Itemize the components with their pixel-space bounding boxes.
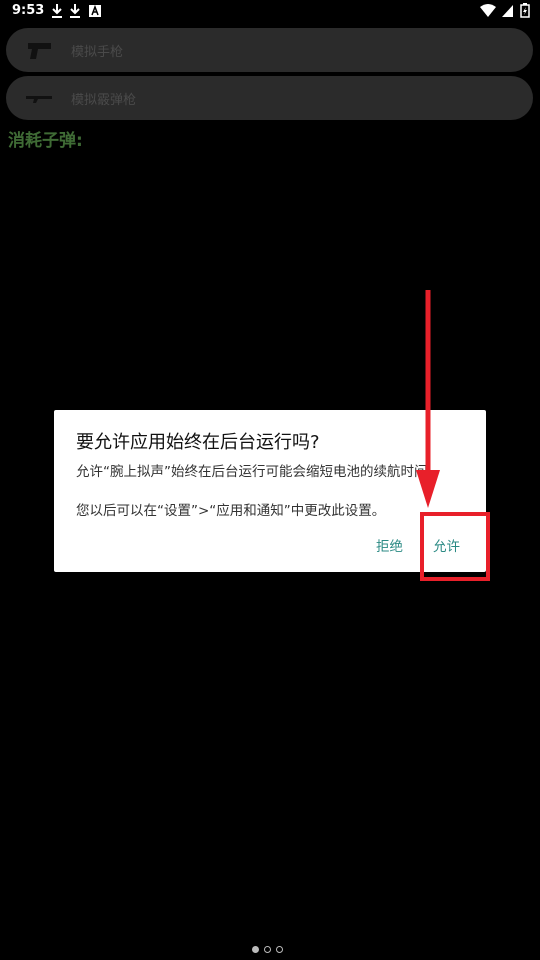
pistol-icon [28,43,51,59]
status-time: 9:53 [12,3,45,18]
page-indicator [252,946,283,953]
download-icon [70,4,80,18]
wifi-icon [480,3,496,17]
dialog-message: 允许“腕上拟声”始终在后台运行可能会缩短电池的续航时间。 [76,464,441,480]
app-notification-icon [89,4,101,17]
bullets-consumed-label: 消耗子弹: [8,131,83,151]
deny-button[interactable]: 拒绝 [376,535,403,555]
menu-item-label: 模拟霰弹枪 [71,93,137,108]
signal-icon [502,4,513,17]
menu-item-label: 模拟手枪 [71,45,124,60]
status-bar: 9:53 [0,0,540,22]
download-icon [52,4,62,18]
shotgun-icon [26,96,52,103]
dialog-message-settings-hint: 您以后可以在“设置”>“应用和通知”中更改此设置。 [76,503,386,519]
annotation-highlight-box [420,512,490,581]
battery-icon [520,3,530,18]
menu-item-pistol[interactable]: 模拟手枪 [6,28,533,72]
dialog-title: 要允许应用始终在后台运行吗? [76,432,320,453]
page-dot [276,946,283,953]
menu-item-shotgun[interactable]: 模拟霰弹枪 [6,76,533,120]
page-dot-active [252,946,259,953]
page-dot [264,946,271,953]
annotation-arrow-icon [416,290,440,508]
